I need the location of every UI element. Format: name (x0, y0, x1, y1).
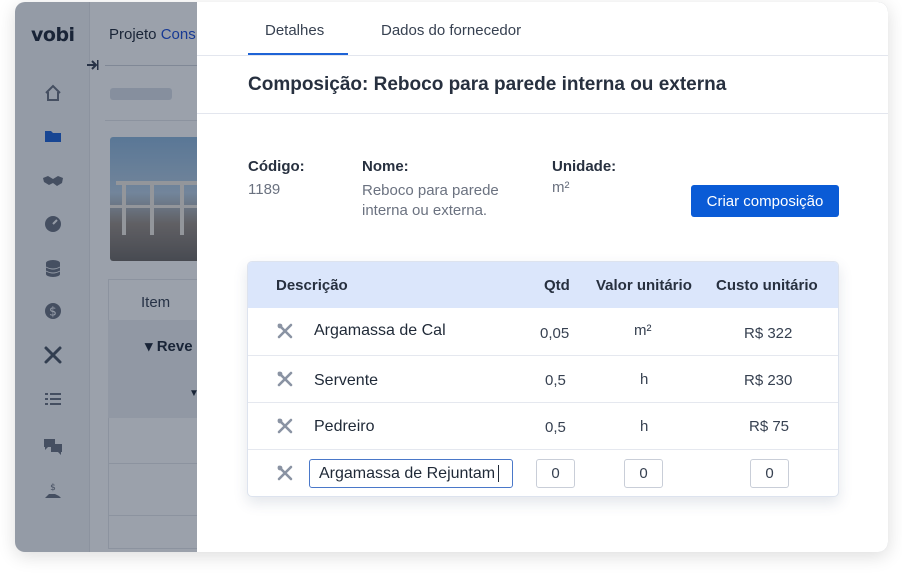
row-description: Argamassa de Cal (314, 322, 446, 339)
table-row[interactable]: Servente 0,5 h R$ 230 (248, 355, 838, 402)
text-cursor (498, 465, 500, 482)
row-cost: R$ 75 (749, 418, 790, 435)
divider (197, 113, 888, 114)
table-row[interactable]: Pedreiro 0,5 h R$ 75 (248, 402, 838, 449)
column-header-unit-value: Valor unitário (596, 277, 692, 294)
tools-icon (277, 418, 293, 434)
column-header-unit-cost: Custo unitário (716, 277, 818, 294)
code-value: 1189 (248, 181, 281, 198)
tab-detalhes[interactable]: Detalhes (265, 22, 324, 39)
create-composition-button[interactable]: Criar composição (691, 185, 839, 217)
tools-icon (277, 465, 293, 481)
row-description: Pedreiro (314, 418, 375, 435)
row-unit: h (640, 418, 649, 435)
name-value: Reboco para parede interna ou externa. (362, 181, 499, 221)
column-header-description: Descrição (276, 277, 348, 294)
tools-icon (277, 323, 293, 339)
table-row[interactable]: Argamassa de Cal 0,05 m² R$ 322 (248, 308, 838, 355)
unit-label: Unidade: (552, 158, 617, 175)
row-unit: h (640, 371, 649, 388)
row-cost: R$ 322 (744, 325, 793, 342)
page-title: Composição: Reboco para parede interna o… (248, 74, 727, 95)
unit-value: m² (552, 179, 570, 196)
composition-table: Descrição Qtd Valor unitário Custo unitá… (247, 261, 839, 497)
qty-input[interactable]: 0 (536, 459, 575, 488)
column-header-qty: Qtd (544, 277, 570, 294)
description-input-value: Argamassa de Rejuntam (319, 464, 496, 482)
active-tab-indicator (248, 53, 348, 55)
description-input[interactable]: Argamassa de Rejuntam (309, 459, 513, 488)
tools-icon (277, 371, 293, 387)
name-label: Nome: (362, 158, 409, 175)
tab-dados-fornecedor[interactable]: Dados do fornecedor (381, 22, 521, 39)
new-item-row: Argamassa de Rejuntam 0 0 0 (248, 449, 838, 496)
row-unit: m² (634, 322, 652, 339)
name-value-line: Reboco para parede (362, 182, 499, 199)
unit-cost-input[interactable]: 0 (750, 459, 789, 488)
row-qty: 0,5 (545, 419, 566, 436)
row-cost: R$ 230 (744, 372, 793, 389)
row-qty: 0,05 (540, 325, 570, 342)
unit-value-input[interactable]: 0 (624, 459, 663, 488)
composition-drawer: Detalhes Dados do fornecedor Composição:… (197, 2, 888, 552)
table-header: Descrição Qtd Valor unitário Custo unitá… (248, 262, 838, 308)
tab-bar: Detalhes Dados do fornecedor (197, 2, 888, 56)
row-qty: 0,5 (545, 372, 566, 389)
app-window: vobi $ $ Projeto Cons Item ▾ Reve ▼ Deta… (15, 2, 888, 552)
code-label: Código: (248, 158, 305, 175)
row-description: Servente (314, 372, 379, 389)
name-value-line: interna ou externa. (362, 202, 488, 219)
